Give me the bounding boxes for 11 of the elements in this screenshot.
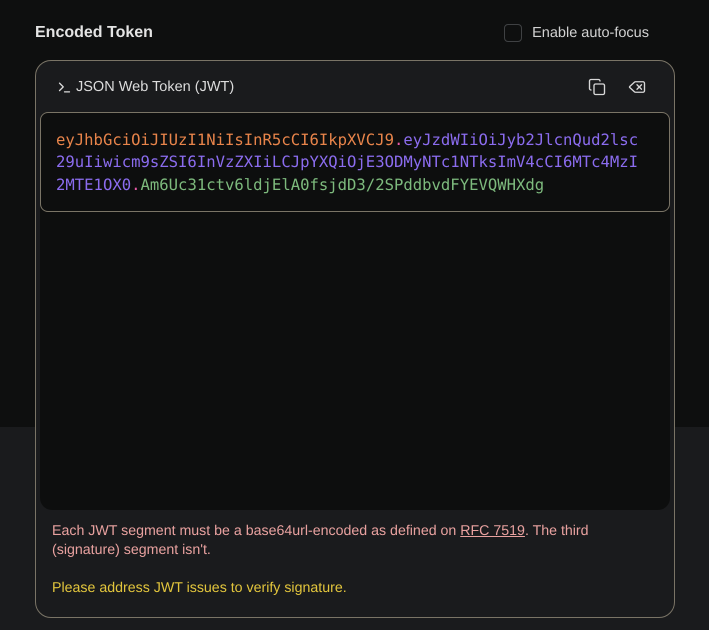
copy-icon xyxy=(588,78,606,96)
auto-focus-checkbox[interactable] xyxy=(504,24,522,42)
token-input-field[interactable]: eyJhbGciOiJIUzI1NiIsInR5cCI6IkpXVCJ9.eyJzdWIiOiJyb2JlcnQud2lsc29uIiwicm9sZSI6InVzZXIiLCJpYXQiOjE3ODMyNTc1NTksImV4cCI6MTc4MzI2MTE1OX0.Am6Uc31ctv6ldjElA0fsjdD3/2SPddbvdFYEVQWHXdg xyxy=(40,112,670,212)
error-message: Each JWT segment must be a base64url-encoded as defined on RFC 7519. The third (signature) segment isn't. xyxy=(52,522,590,560)
token-text: eyJhbGciOiJIUzI1NiIsInR5cCI6IkpXVCJ9.eyJzdWIiOiJyb2JlcnQud2lsc29uIiwicm9sZSI6InVzZXIiLCJpYXQiOjE3ODMyNTc1NTksImV4cCI6MTc4MzI2MTE1OX0.Am6Uc31ctv6ldjElA0fsjdD3/2SPddbvdFYEVQWHXdg xyxy=(56,130,640,196)
auto-focus-label[interactable]: Enable auto-focus xyxy=(532,25,649,41)
terminal-icon xyxy=(57,80,72,95)
panel-title: JSON Web Token (JWT) xyxy=(76,79,234,96)
rfc-link[interactable]: RFC 7519 xyxy=(460,523,525,539)
warning-message: Please address JWT issues to verify signature. xyxy=(52,579,348,598)
section-title: Encoded Token xyxy=(35,24,153,42)
